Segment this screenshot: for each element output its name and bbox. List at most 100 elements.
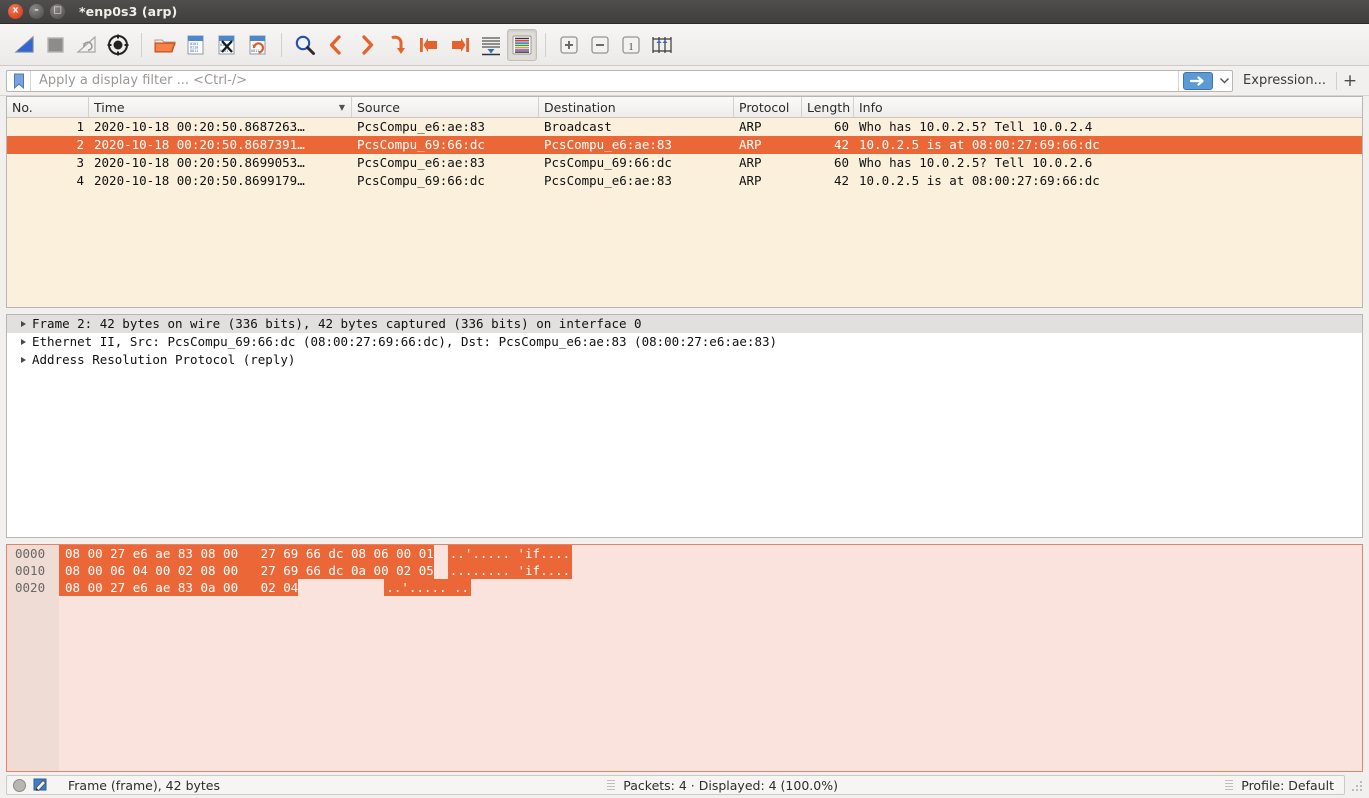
hex-body: 0000 08 00 27 e6 ae 83 08 00 27 69 66 dc…: [15, 545, 1362, 771]
expression-button[interactable]: Expression...: [1233, 73, 1336, 88]
colorize-packets-button[interactable]: [507, 28, 537, 61]
column-header-no[interactable]: No.: [7, 97, 89, 117]
column-header-length[interactable]: Length: [802, 97, 854, 117]
cell-destination: PcsCompu_e6:ae:83: [544, 137, 672, 152]
find-packet-button[interactable]: [290, 29, 320, 61]
packet-list-header: No. Time ▼ Source Destination Protocol L…: [7, 97, 1362, 118]
reload-file-icon: 0011: [249, 35, 266, 54]
table-row[interactable]: 2 2020-10-18 00:20:50.8687391… PcsCompu_…: [7, 136, 1362, 154]
capture-options-icon: [107, 34, 129, 55]
hex-row[interactable]: 0010 08 00 06 04 00 02 08 00 27 69 66 dc…: [7, 562, 1310, 579]
go-back-button[interactable]: [321, 29, 351, 61]
column-header-time[interactable]: Time ▼: [89, 97, 352, 117]
reload-file-button[interactable]: 0011: [243, 29, 273, 61]
expert-info-circle-icon[interactable]: [13, 778, 26, 792]
packet-bytes-pane[interactable]: 0000 08 00 27 e6 ae 83 08 00 27 69 66 dc…: [6, 544, 1363, 772]
save-file-icon: 010101100011: [187, 35, 204, 54]
restart-capture-icon: [76, 35, 96, 53]
cell-no: 3: [76, 155, 84, 170]
cell-source: PcsCompu_69:66:dc: [357, 137, 485, 152]
detail-row-frame[interactable]: Frame 2: 42 bytes on wire (336 bits), 42…: [7, 315, 1362, 333]
window-controls: x – □: [8, 4, 65, 19]
go-to-last-packet-icon: [452, 37, 469, 52]
cell-source: PcsCompu_e6:ae:83: [357, 155, 485, 170]
packet-details-pane[interactable]: Frame 2: 42 bytes on wire (336 bits), 42…: [6, 314, 1363, 538]
detail-row-text: Address Resolution Protocol (reply): [32, 352, 296, 367]
column-label-destination: Destination: [544, 99, 616, 115]
table-row[interactable]: 3 2020-10-18 00:20:50.8699053… PcsCompu_…: [7, 154, 1362, 172]
cell-destination: Broadcast: [544, 119, 612, 134]
start-capture-button[interactable]: [10, 29, 40, 61]
minimize-button[interactable]: –: [29, 4, 44, 19]
zoom-out-icon: [591, 35, 609, 54]
zoom-reset-button[interactable]: 1: [616, 29, 646, 61]
expand-triangle-icon[interactable]: [21, 339, 26, 345]
restart-capture-button[interactable]: [72, 29, 102, 61]
capture-options-button[interactable]: [103, 29, 133, 61]
title-bar: x – □ *enp0s3 (arp): [0, 0, 1369, 24]
zoom-in-button[interactable]: [554, 29, 584, 61]
go-to-first-packet-button[interactable]: [414, 29, 444, 61]
close-file-button[interactable]: 0101 0011: [212, 29, 242, 61]
cell-length: 60: [833, 119, 849, 134]
sort-desc-icon: ▼: [338, 102, 345, 112]
hex-row[interactable]: 0020 08 00 27 e6 ae 83 0a 00 02 04 ..'..…: [7, 579, 1310, 596]
table-row[interactable]: 4 2020-10-18 00:20:50.8699179… PcsCompu_…: [7, 172, 1362, 190]
hex-offset: 0020: [15, 580, 46, 595]
column-label-length: Length: [807, 99, 851, 115]
cell-info: 10.0.2.5 is at 08:00:27:69:66:dc: [859, 173, 1100, 188]
column-header-info[interactable]: Info: [854, 97, 1362, 117]
window-resize-grip[interactable]: [1349, 778, 1363, 792]
table-row[interactable]: 1 2020-10-18 00:20:50.8687263… PcsCompu_…: [7, 118, 1362, 136]
close-button[interactable]: x: [8, 4, 23, 19]
zoom-out-button[interactable]: [585, 29, 615, 61]
filter-history-dropdown[interactable]: [1216, 77, 1232, 84]
detail-row-arp[interactable]: Address Resolution Protocol (reply): [7, 351, 1362, 369]
status-center-text: Packets: 4 · Displayed: 4 (100.0%): [623, 777, 838, 793]
cell-protocol: ARP: [739, 173, 762, 188]
open-file-button[interactable]: [150, 29, 180, 61]
column-header-source[interactable]: Source: [352, 97, 539, 117]
column-label-source: Source: [357, 99, 400, 115]
stop-capture-icon: [47, 36, 64, 53]
display-filter-input[interactable]: Apply a display filter ... <Ctrl-/>: [6, 69, 1234, 92]
cell-no: 4: [76, 173, 84, 188]
save-file-button[interactable]: 0101 0110 0011: [181, 29, 211, 61]
status-grip-2[interactable]: [1225, 780, 1234, 790]
cell-length: 42: [833, 173, 849, 188]
stop-capture-button[interactable]: [41, 29, 71, 61]
auto-scroll-icon: [482, 36, 500, 55]
resize-columns-button[interactable]: [647, 29, 677, 61]
column-label-info: Info: [859, 99, 883, 115]
column-header-protocol[interactable]: Protocol: [734, 97, 802, 117]
status-left-text: Frame (frame), 42 bytes: [68, 777, 221, 793]
maximize-icon: □: [53, 5, 62, 16]
add-filter-button[interactable]: +: [1337, 71, 1363, 91]
go-to-last-packet-button[interactable]: [445, 29, 475, 61]
hex-bytes: 08 00 27 e6 ae 83 08 00 27 69 66 dc 08 0…: [59, 545, 434, 562]
toolbar-separator-1: [141, 32, 142, 57]
column-label-time: Time: [94, 99, 125, 115]
expand-triangle-icon[interactable]: [21, 321, 26, 327]
filter-bookmark-button[interactable]: [7, 70, 31, 91]
go-to-packet-button[interactable]: [383, 29, 413, 61]
capture-comment-icon[interactable]: [33, 777, 49, 793]
packet-list-pane[interactable]: No. Time ▼ Source Destination Protocol L…: [6, 96, 1363, 308]
status-bar: Frame (frame), 42 bytes Packets: 4 · Dis…: [0, 772, 1369, 798]
apply-filter-button[interactable]: [1178, 70, 1216, 91]
detail-row-ethernet[interactable]: Ethernet II, Src: PcsCompu_69:66:dc (08:…: [7, 333, 1362, 351]
status-grip-1[interactable]: [607, 780, 616, 790]
cell-source: PcsCompu_e6:ae:83: [357, 119, 485, 134]
hex-row[interactable]: 0000 08 00 27 e6 ae 83 08 00 27 69 66 dc…: [7, 545, 1310, 562]
go-forward-button[interactable]: [352, 29, 382, 61]
close-file-icon: 01010011: [218, 35, 235, 54]
expand-triangle-icon[interactable]: [21, 357, 26, 363]
auto-scroll-button[interactable]: [476, 29, 506, 61]
go-to-first-packet-icon: [420, 37, 437, 52]
detail-row-text: Frame 2: 42 bytes on wire (336 bits), 42…: [32, 316, 642, 331]
status-right-text: Profile: Default: [1241, 777, 1334, 793]
cell-source: PcsCompu_69:66:dc: [357, 173, 485, 188]
column-header-destination[interactable]: Destination: [539, 97, 734, 117]
cell-info: Who has 10.0.2.5? Tell 10.0.2.6: [859, 155, 1093, 170]
maximize-button[interactable]: □: [50, 4, 65, 19]
